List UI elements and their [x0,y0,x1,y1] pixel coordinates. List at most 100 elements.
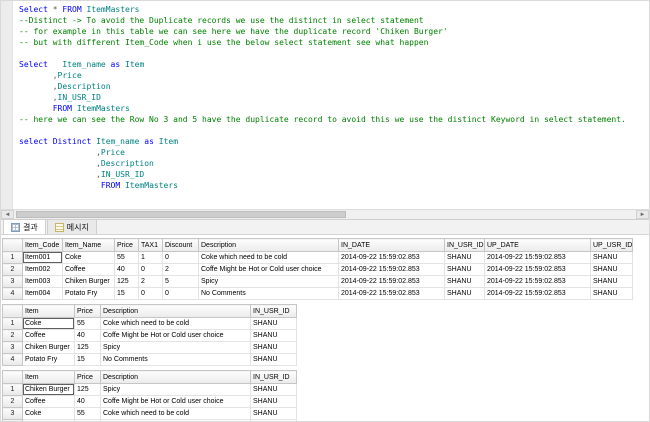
grid-cell[interactable]: SHANU [250,395,297,408]
column-header-item[interactable]: Item [22,304,75,318]
grid-cell[interactable]: Item002 [22,263,63,276]
grid-cell[interactable]: SHANU [250,329,297,342]
column-header-up_date[interactable]: UP_DATE [484,238,591,252]
grid-cell[interactable]: 2 [138,275,163,288]
grid-cell[interactable]: SHANU [250,341,297,354]
grid-cell[interactable]: 2014-09-22 15:59:02.853 [338,251,445,264]
row-number[interactable]: 2 [2,395,23,408]
editor-horizontal-scrollbar[interactable]: ◄ ► [1,209,649,219]
sql-code-area[interactable]: Select * FROM ItemMasters --Distinct -> T… [13,1,626,209]
row-number[interactable]: 4 [2,353,23,366]
grid-cell[interactable]: 5 [162,275,199,288]
row-number[interactable]: 3 [2,341,23,354]
grid-cell[interactable]: Coke which need to be cold [100,317,251,330]
grid-cell[interactable]: 15 [114,287,139,300]
grid-cell[interactable]: Coffee [22,329,75,342]
scroll-right-icon[interactable]: ► [636,210,649,219]
grid-cell[interactable]: 2014-09-22 15:59:02.853 [484,251,591,264]
grid-cell[interactable]: 15 [74,353,101,366]
column-header-description[interactable]: Description [100,304,251,318]
row-number[interactable]: 3 [2,275,23,288]
column-header-price[interactable]: Price [74,304,101,318]
scrollbar-thumb[interactable] [16,211,346,218]
grid-corner-cell[interactable] [2,238,23,252]
grid-cell[interactable]: Potato Fry [22,353,75,366]
grid-cell[interactable]: Coffe Might be Hot or Cold user choice [100,395,251,408]
grid-cell[interactable]: SHANU [444,251,485,264]
grid-cell[interactable]: No Comments [198,287,339,300]
grid-cell[interactable]: SHANU [444,275,485,288]
grid-cell[interactable]: 55 [74,407,101,420]
grid-cell[interactable]: Coffee [22,395,75,408]
column-header-item_code[interactable]: Item_Code [22,238,63,252]
grid-cell[interactable]: 125 [74,341,101,354]
grid-cell[interactable]: Spicy [100,383,251,396]
row-number[interactable]: 1 [2,317,23,330]
grid-cell[interactable]: SHANU [590,275,633,288]
scrollbar-track[interactable] [14,210,636,219]
grid-cell[interactable]: 1 [138,251,163,264]
grid-cell[interactable]: 40 [74,329,101,342]
column-header-in_usr_id[interactable]: IN_USR_ID [444,238,485,252]
column-header-item_name[interactable]: Item_Name [62,238,115,252]
row-number[interactable]: 4 [2,287,23,300]
grid-cell[interactable]: 40 [114,263,139,276]
grid-cell[interactable]: 125 [114,275,139,288]
grid-cell[interactable]: Chiken Burger [62,275,115,288]
grid-cell[interactable]: 40 [74,395,101,408]
row-number[interactable]: 3 [2,407,23,420]
grid-cell[interactable]: 0 [138,263,163,276]
grid-cell[interactable]: SHANU [250,383,297,396]
column-header-description[interactable]: Description [198,238,339,252]
grid-cell[interactable]: SHANU [444,263,485,276]
column-header-discount[interactable]: Discount [162,238,199,252]
grid-cell[interactable]: SHANU [250,407,297,420]
grid-cell[interactable]: 2014-09-22 15:59:02.853 [484,287,591,300]
grid-cell[interactable]: 55 [74,317,101,330]
grid-cell[interactable]: Chiken Burger [22,383,75,396]
row-number[interactable]: 2 [2,329,23,342]
grid-cell[interactable]: Spicy [100,341,251,354]
grid-cell[interactable]: Coke which need to be cold [100,407,251,420]
column-header-description[interactable]: Description [100,370,251,384]
row-number[interactable]: 1 [2,383,23,396]
grid-cell[interactable]: Potato Fry [62,287,115,300]
grid-cell[interactable]: 0 [162,251,199,264]
column-header-up_usr_id[interactable]: UP_USR_ID [590,238,633,252]
grid-cell[interactable]: Coffe Might be Hot or Cold user choice [100,329,251,342]
grid-cell[interactable]: 0 [162,287,199,300]
grid-cell[interactable]: SHANU [250,353,297,366]
grid-cell[interactable]: Item001 [22,251,63,264]
column-header-price[interactable]: Price [74,370,101,384]
tab-messages[interactable]: 메시지 [46,219,97,234]
column-header-in_date[interactable]: IN_DATE [338,238,445,252]
column-header-item[interactable]: Item [22,370,75,384]
grid-cell[interactable]: Chiken Burger [22,341,75,354]
grid-cell[interactable]: Item004 [22,287,63,300]
grid-cell[interactable]: Coke [22,317,75,330]
row-number[interactable]: 2 [2,263,23,276]
grid-cell[interactable]: 2014-09-22 15:59:02.853 [338,287,445,300]
column-header-price[interactable]: Price [114,238,139,252]
column-header-tax1[interactable]: TAX1 [138,238,163,252]
grid-cell[interactable]: 2014-09-22 15:59:02.853 [338,263,445,276]
grid-cell[interactable]: 55 [114,251,139,264]
grid-cell[interactable]: Coke [22,407,75,420]
grid-cell[interactable]: SHANU [250,317,297,330]
grid-corner-cell[interactable] [2,304,23,318]
grid-cell[interactable]: Item003 [22,275,63,288]
grid-cell[interactable]: Spicy [198,275,339,288]
row-number[interactable]: 1 [2,251,23,264]
grid-cell[interactable]: Coke [62,251,115,264]
scroll-left-icon[interactable]: ◄ [1,210,14,219]
grid-cell[interactable]: Coke which need to be cold [198,251,339,264]
grid-cell[interactable]: 125 [74,383,101,396]
column-header-in_usr_id[interactable]: IN_USR_ID [250,304,297,318]
grid-cell[interactable]: SHANU [590,251,633,264]
grid-cell[interactable]: Coffe Might be Hot or Cold user choice [198,263,339,276]
tab-results[interactable]: 결과 [3,219,46,234]
grid-cell[interactable]: No Comments [100,353,251,366]
grid-cell[interactable]: 0 [138,287,163,300]
grid-cell[interactable]: 2014-09-22 15:59:02.853 [484,275,591,288]
grid-cell[interactable]: 2014-09-22 15:59:02.853 [338,275,445,288]
